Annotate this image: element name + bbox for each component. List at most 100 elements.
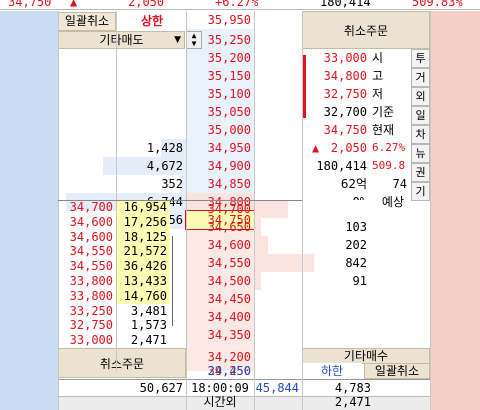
trade-qty: 17,256 xyxy=(116,214,170,230)
info-base-label: 기준 xyxy=(372,105,395,119)
ask-qty-cell xyxy=(58,85,186,103)
other-sell-label: 기타매도 xyxy=(99,33,144,47)
trade-qty: 16,954 xyxy=(116,200,170,215)
ask-qty-cell xyxy=(58,67,186,85)
bid-price-cell[interactable]: 34,350 xyxy=(186,326,254,344)
info-expected-label: 예상 xyxy=(381,195,404,209)
ask-price-cell[interactable]: 35,100 xyxy=(186,85,254,103)
side-tab[interactable]: 차 xyxy=(411,125,430,144)
side-tab[interactable]: 뉴 xyxy=(411,144,430,163)
cancel-order-sell-button[interactable]: 취소주문 xyxy=(302,11,430,49)
ask-price-cell[interactable]: 35,000 xyxy=(186,121,254,139)
after-hours-qty: 2,471 xyxy=(334,395,371,409)
ask-price-cell[interactable]: 35,200 xyxy=(186,49,254,67)
trade-price: 34,700 xyxy=(69,200,113,214)
info-change-rate: 6.27% xyxy=(372,141,406,154)
top-rate: +6.27% xyxy=(215,0,259,9)
stepper-down-icon[interactable]: ▼ xyxy=(187,40,201,48)
trade-list-scrollbar[interactable] xyxy=(172,236,178,326)
bid-price-cell[interactable]: 34,650 xyxy=(186,218,254,236)
top-volume: 180,414 xyxy=(320,0,371,9)
ask-price-cell[interactable]: 34,950 xyxy=(186,139,254,157)
bid-price-cell[interactable]: 34,700 xyxy=(186,200,254,218)
trade-qty: 21,572 xyxy=(116,244,170,260)
bid-diff: 45,844 xyxy=(255,381,299,395)
info-high-value: 34,800 xyxy=(323,69,367,83)
bid-qty-cell: 91 xyxy=(352,274,367,288)
ask-price-cell[interactable]: 35,050 xyxy=(186,103,254,121)
trade-qty: 1,573 xyxy=(130,318,167,333)
info-volume: 180,414 xyxy=(316,159,367,173)
side-tab[interactable]: 일 xyxy=(411,106,430,125)
upper-limit-price: 35,950 xyxy=(186,11,254,29)
other-sell-dropdown[interactable]: 기타매도 ▼ xyxy=(58,31,185,49)
info-current-label: 현재 xyxy=(372,123,395,137)
top-change: 2,050 xyxy=(128,0,165,9)
bid-qty-cell xyxy=(254,326,370,344)
info-amount2: 74 xyxy=(392,177,407,191)
trade-price: 34,550 xyxy=(69,259,113,274)
bottom-price2: 29,450 xyxy=(207,364,251,378)
side-tab[interactable]: 기 xyxy=(411,182,430,201)
trade-price: 33,800 xyxy=(69,274,113,288)
bid-price-cell[interactable]: 34,500 xyxy=(186,272,254,290)
chevron-down-icon: ▼ xyxy=(174,35,181,45)
info-start-value: 33,000 xyxy=(323,51,367,65)
cancel-all-buy-button[interactable]: 일괄취소 xyxy=(364,363,430,379)
after-hours-label: 시간외 xyxy=(203,395,237,409)
bid-qty-cell: 842 xyxy=(345,256,367,270)
bid-price-cell[interactable]: 34,550 xyxy=(186,254,254,272)
trade-price: 33,800 xyxy=(69,288,113,303)
price-stepper[interactable]: ▲ ▼ xyxy=(186,31,202,49)
ask-price-cell[interactable]: 35,150 xyxy=(186,67,254,85)
info-base-value: 32,700 xyxy=(323,105,367,119)
trade-price: 33,250 xyxy=(69,303,113,318)
ask-price-cell[interactable]: 34,900 xyxy=(186,157,254,175)
trade-qty: 3,481 xyxy=(130,303,167,318)
bid-qty-cell: 202 xyxy=(345,238,367,252)
trade-qty: 13,433 xyxy=(116,274,170,289)
trade-price: 33,000 xyxy=(69,333,113,348)
trade-qty: 14,760 xyxy=(116,288,170,304)
bid-qty-cell: 103 xyxy=(345,220,367,234)
bid-price-cell[interactable]: 34,450 xyxy=(186,290,254,308)
bid-qty-cell xyxy=(254,290,370,308)
trade-qty: 2,471 xyxy=(130,333,167,348)
cancel-all-sell-button[interactable]: 일괄취소 xyxy=(58,12,116,31)
trade-qty: 18,125 xyxy=(116,229,170,245)
info-change: 2,050 xyxy=(330,141,367,155)
bid-price-cell[interactable]: 34,600 xyxy=(186,236,254,254)
bid-price-cell[interactable]: 34,400 xyxy=(186,308,254,326)
trade-price: 34,600 xyxy=(69,229,113,244)
bid-qty-cell xyxy=(254,308,370,326)
top-volume-rate: 509.83% xyxy=(412,0,463,9)
trade-price: 32,750 xyxy=(69,318,113,333)
cancel-order-buy-button[interactable]: 취소주문 xyxy=(58,348,186,378)
info-low-value: 32,750 xyxy=(323,87,367,101)
info-amount: 62억 xyxy=(340,177,367,191)
info-current-value: 34,750 xyxy=(323,123,367,137)
trade-price: 34,600 xyxy=(69,214,113,229)
right-blank-column xyxy=(430,11,480,410)
top-price: 34,750 xyxy=(8,0,52,9)
info-volume-rate: 509.8 xyxy=(372,159,406,172)
ask-qty-cell xyxy=(58,103,186,121)
other-buy-dropdown[interactable]: 기타매수 xyxy=(302,348,430,364)
side-tab[interactable]: 외 xyxy=(411,87,430,106)
info-start-label: 시 xyxy=(372,51,384,65)
top-quote-strip: 34,750 ▲ 2,050 +6.27% 180,414 509.83% xyxy=(0,0,480,10)
top-arrow: ▲ xyxy=(70,0,78,9)
trade-price: 34,550 xyxy=(69,244,113,259)
side-tab[interactable]: 권 xyxy=(411,163,430,182)
info-low-label: 저 xyxy=(372,87,384,101)
side-tab[interactable]: 투 xyxy=(411,49,430,68)
ask-price-cell[interactable]: 34,850 xyxy=(186,175,254,193)
ask-qty-cell xyxy=(58,49,186,67)
ask-total: 50,627 xyxy=(139,381,183,395)
side-tab[interactable]: 거 xyxy=(411,68,430,87)
info-high-label: 고 xyxy=(372,69,384,83)
left-blank-column xyxy=(0,11,58,410)
ask-qty-cell: 1,428 xyxy=(146,141,183,155)
trade-qty: 36,426 xyxy=(116,259,170,275)
lower-limit-label: 하한 xyxy=(302,363,362,379)
